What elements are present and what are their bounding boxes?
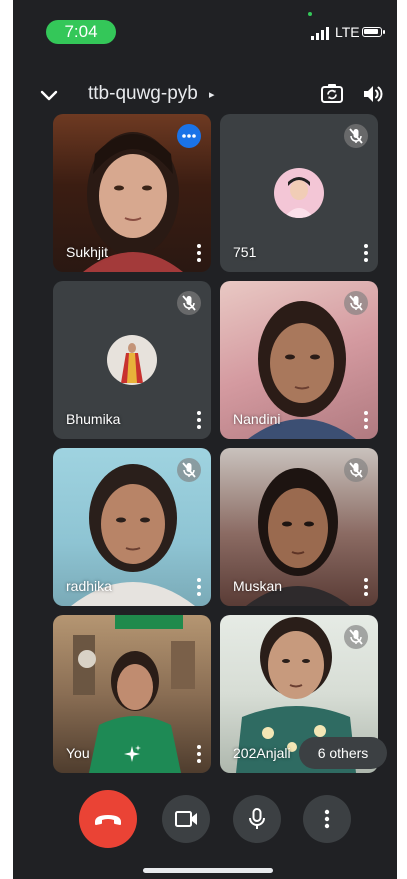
phone-screen: 7:04 LTE ttb-quwg-pyb ▸ Sukhjit 751 Bhum… (13, 0, 397, 879)
end-call-button[interactable] (79, 790, 137, 848)
privacy-indicator-icon (308, 12, 312, 16)
mic-off-icon (344, 625, 368, 649)
more-horizontal-icon (182, 134, 196, 138)
meeting-info-caret-icon[interactable]: ▸ (209, 88, 215, 101)
mic-off-icon (344, 458, 368, 482)
participant-tile[interactable]: Sukhjit (53, 114, 211, 272)
kebab-menu-icon[interactable] (360, 243, 372, 263)
participant-name: Muskan (233, 578, 283, 594)
kebab-menu-icon[interactable] (193, 243, 205, 263)
kebab-menu-icon[interactable] (193, 410, 205, 430)
chevron-down-icon[interactable] (38, 84, 60, 106)
camera-button[interactable] (162, 795, 210, 843)
participant-avatar (274, 168, 324, 218)
participant-name: radhika (66, 578, 112, 594)
microphone-icon (249, 808, 265, 829)
switch-camera-icon[interactable] (319, 81, 345, 107)
others-chip[interactable]: 6 others (299, 737, 387, 769)
mic-off-icon (344, 291, 368, 315)
participant-tile[interactable]: radhika (53, 448, 211, 606)
speaker-icon[interactable] (360, 81, 386, 107)
visual-effects-icon[interactable] (121, 743, 143, 765)
battery-icon (362, 27, 385, 37)
kebab-menu-icon[interactable] (193, 577, 205, 597)
network-type: LTE (335, 24, 360, 40)
microphone-button[interactable] (233, 795, 281, 843)
participant-name: 202Anjali (233, 745, 291, 761)
call-controls (13, 790, 397, 850)
more-vertical-icon (324, 809, 330, 829)
participant-name: Nandini (233, 411, 281, 427)
mic-off-icon (177, 291, 201, 315)
participant-tile[interactable]: You (53, 615, 211, 773)
kebab-menu-icon[interactable] (360, 577, 372, 597)
mic-off-icon (177, 458, 201, 482)
status-time: 7:04 (46, 20, 116, 44)
participant-avatar (107, 335, 157, 385)
participant-name: Sukhjit (66, 244, 109, 260)
video-camera-icon (175, 811, 197, 827)
participant-name: 751 (233, 244, 257, 260)
more-options-button[interactable] (303, 795, 351, 843)
participant-tile[interactable]: Bhumika (53, 281, 211, 439)
participant-tile[interactable]: Muskan (220, 448, 378, 606)
hang-up-icon (95, 815, 121, 825)
kebab-menu-icon[interactable] (360, 410, 372, 430)
meeting-code[interactable]: ttb-quwg-pyb (88, 83, 198, 105)
participant-name: Bhumika (66, 411, 121, 427)
kebab-menu-icon[interactable] (193, 744, 205, 764)
participant-tile[interactable]: Nandini (220, 281, 378, 439)
participant-name: You (66, 745, 90, 761)
home-indicator[interactable] (143, 868, 273, 873)
meeting-header: ttb-quwg-pyb ▸ (13, 72, 397, 116)
more-options-badge[interactable] (177, 124, 201, 148)
mic-off-icon (344, 124, 368, 148)
signal-icon (311, 27, 329, 40)
status-bar: 7:04 LTE (13, 0, 397, 56)
participant-tile[interactable]: 751 (220, 114, 378, 272)
